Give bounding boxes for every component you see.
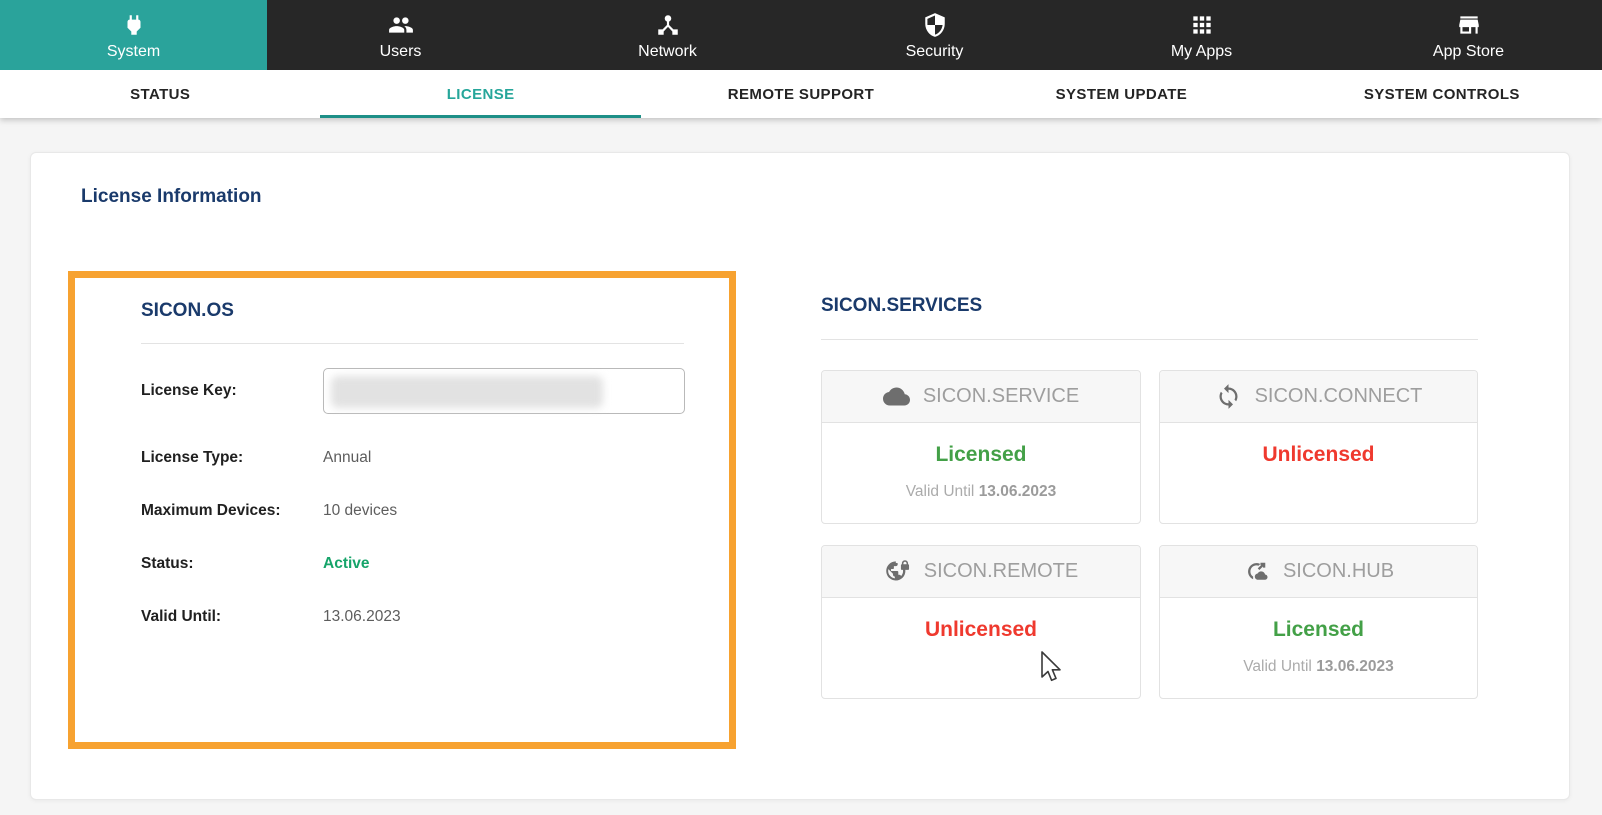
sync-icon: [1215, 383, 1242, 410]
license-key-label: License Key:: [141, 382, 323, 400]
top-navigation: System Users Network Security My Apps Ap…: [0, 0, 1602, 70]
service-name: SICON.REMOTE: [924, 560, 1078, 583]
service-card-body: Unlicensed: [1160, 423, 1477, 467]
status-row: Status: Active: [141, 555, 685, 573]
service-valid: Valid Until 13.06.2023: [1160, 658, 1477, 676]
service-name: SICON.CONNECT: [1255, 385, 1423, 408]
service-card-sicon-hub: SICON.HUB Licensed Valid Until 13.06.202…: [1159, 545, 1478, 699]
service-card-header: SICON.SERVICE: [822, 371, 1140, 423]
tab-remote-support[interactable]: REMOTE SUPPORT: [641, 70, 961, 118]
page-title: License Information: [81, 186, 262, 208]
service-card-body: Licensed Valid Until 13.06.2023: [1160, 598, 1477, 676]
section-tab-bar: STATUS LICENSE REMOTE SUPPORT SYSTEM UPD…: [0, 70, 1602, 118]
valid-until-row: Valid Until: 13.06.2023: [141, 608, 685, 626]
nav-tab-label: Network: [638, 43, 697, 61]
valid-until-label: Valid Until:: [141, 608, 323, 626]
cloud-sync-icon: [1243, 558, 1270, 585]
tab-license[interactable]: LICENSE: [320, 70, 640, 118]
maximum-devices-label: Maximum Devices:: [141, 502, 323, 520]
service-valid: Valid Until 13.06.2023: [822, 483, 1140, 501]
globe-lock-icon: [884, 558, 911, 585]
shield-icon: [922, 12, 948, 38]
status-label: Status:: [141, 555, 323, 573]
service-card-body: Unlicensed: [822, 598, 1140, 642]
users-icon: [388, 12, 414, 38]
divider: [821, 339, 1478, 340]
license-information-card: License Information SICON.OS License Key…: [30, 152, 1570, 800]
nav-tab-app-store[interactable]: App Store: [1335, 0, 1602, 70]
tab-system-controls[interactable]: SYSTEM CONTROLS: [1282, 70, 1602, 118]
sicon-os-title: SICON.OS: [141, 300, 685, 322]
nav-tab-label: App Store: [1433, 43, 1504, 61]
license-type-label: License Type:: [141, 449, 323, 467]
maximum-devices-value: 10 devices: [323, 502, 397, 520]
tab-system-update[interactable]: SYSTEM UPDATE: [961, 70, 1281, 118]
nav-tab-label: My Apps: [1171, 43, 1232, 61]
cloud-icon: [883, 383, 910, 410]
license-key-row: License Key:: [141, 368, 685, 414]
service-card-sicon-remote: SICON.REMOTE Unlicensed: [821, 545, 1141, 699]
plug-icon: [121, 12, 147, 38]
service-name: SICON.HUB: [1283, 560, 1394, 583]
sicon-services-section: SICON.SERVICES SICON.SERVICE Licensed Va…: [821, 295, 1478, 699]
divider: [141, 343, 684, 344]
license-type-value: Annual: [323, 449, 371, 467]
license-type-row: License Type: Annual: [141, 449, 685, 467]
nav-tab-my-apps[interactable]: My Apps: [1068, 0, 1335, 70]
service-card-sicon-service: SICON.SERVICE Licensed Valid Until 13.06…: [821, 370, 1141, 524]
store-icon: [1456, 12, 1482, 38]
service-status: Licensed: [822, 443, 1140, 467]
nav-tab-label: System: [107, 43, 160, 61]
sicon-os-section: SICON.OS License Key: License Type: Annu…: [68, 271, 736, 749]
service-card-header: SICON.CONNECT: [1160, 371, 1477, 423]
grid-icon: [1189, 12, 1215, 38]
nav-tab-security[interactable]: Security: [801, 0, 1068, 70]
nav-tab-system[interactable]: System: [0, 0, 267, 70]
license-key-input[interactable]: [323, 368, 685, 414]
service-name: SICON.SERVICE: [923, 385, 1079, 408]
service-status: Unlicensed: [1160, 443, 1477, 467]
service-status: Licensed: [1160, 618, 1477, 642]
nav-tab-label: Security: [906, 43, 964, 61]
network-icon: [655, 12, 681, 38]
sicon-services-title: SICON.SERVICES: [821, 295, 1478, 317]
service-card-sicon-connect: SICON.CONNECT Unlicensed: [1159, 370, 1478, 524]
nav-tab-users[interactable]: Users: [267, 0, 534, 70]
service-card-body: Licensed Valid Until 13.06.2023: [822, 423, 1140, 501]
nav-tab-label: Users: [380, 43, 422, 61]
maximum-devices-row: Maximum Devices: 10 devices: [141, 502, 685, 520]
redacted-license-key: [331, 376, 603, 408]
valid-until-value: 13.06.2023: [323, 608, 401, 626]
status-badge: Active: [323, 555, 370, 573]
service-card-header: SICON.REMOTE: [822, 546, 1140, 598]
services-grid: SICON.SERVICE Licensed Valid Until 13.06…: [821, 370, 1478, 699]
service-card-header: SICON.HUB: [1160, 546, 1477, 598]
tab-status[interactable]: STATUS: [0, 70, 320, 118]
nav-tab-network[interactable]: Network: [534, 0, 801, 70]
service-status: Unlicensed: [822, 618, 1140, 642]
